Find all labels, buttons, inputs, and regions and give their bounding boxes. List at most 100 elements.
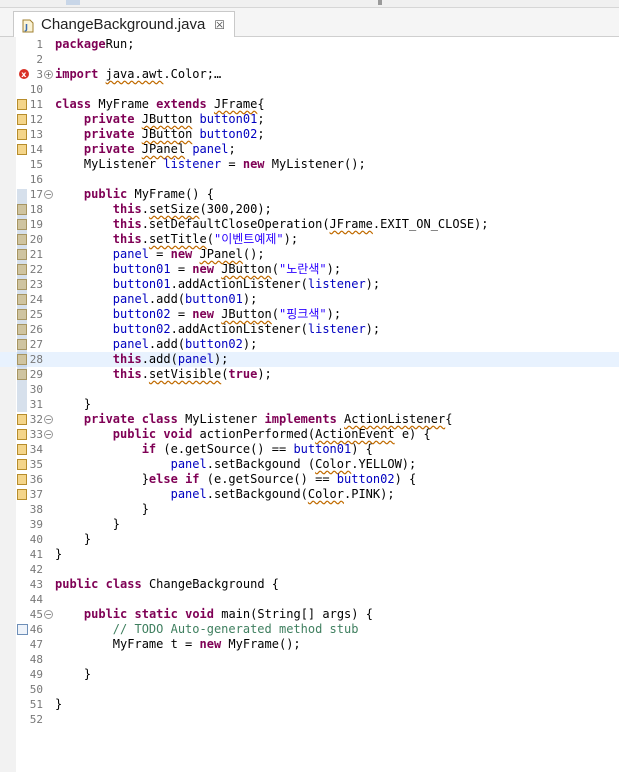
code-text[interactable]: } xyxy=(55,697,62,712)
code-text[interactable]: panel = new JPanel(); xyxy=(55,247,265,262)
code-line[interactable]: 31 } xyxy=(0,397,619,412)
code-text[interactable]: this.setVisible(true); xyxy=(55,367,272,382)
code-text[interactable]: }else if (e.getSource() == button02) { xyxy=(55,472,417,487)
code-line[interactable]: 16 xyxy=(0,172,619,187)
code-text[interactable]: if (e.getSource() == button01) { xyxy=(55,442,373,457)
task-marker-icon[interactable] xyxy=(17,624,28,635)
code-text[interactable]: private JButton button01; xyxy=(55,112,265,127)
code-text[interactable]: public static void main(String[] args) { xyxy=(55,607,373,622)
warning-marker-icon[interactable] xyxy=(17,129,27,140)
code-text[interactable]: private class MyListener implements Acti… xyxy=(55,412,453,427)
code-text[interactable]: this.add(panel); xyxy=(55,352,229,367)
code-line[interactable]: 2 xyxy=(0,52,619,67)
code-line[interactable]: 10 xyxy=(0,82,619,97)
code-line[interactable]: 30 xyxy=(0,382,619,397)
code-line[interactable]: 43 public class ChangeBackground { xyxy=(0,577,619,592)
code-line[interactable]: 20 this.setTitle("이벤트예제"); xyxy=(0,232,619,247)
code-text[interactable]: button02 = new JButton("핑크색"); xyxy=(55,307,341,322)
code-text[interactable]: // TODO Auto-generated method stub xyxy=(55,622,359,637)
code-text[interactable]: MyFrame t = new MyFrame(); xyxy=(55,637,301,652)
code-text[interactable]: button01 = new JButton("노란색"); xyxy=(55,262,341,277)
code-line[interactable]: 46 // TODO Auto-generated method stub xyxy=(0,622,619,637)
code-text[interactable]: } xyxy=(55,502,149,517)
code-line[interactable]: 1 packageRun; xyxy=(0,37,619,52)
code-line[interactable]: 12 private JButton button01; xyxy=(0,112,619,127)
fold-collapse-icon[interactable]: − xyxy=(44,430,53,439)
code-line[interactable]: 39 } xyxy=(0,517,619,532)
code-line[interactable]: 35 panel.setBackgound (Color.YELLOW); xyxy=(0,457,619,472)
fold-collapse-icon[interactable]: − xyxy=(44,610,53,619)
code-line[interactable]: 40 } xyxy=(0,532,619,547)
warning-marker-icon[interactable] xyxy=(17,489,27,500)
code-line[interactable]: 25 button02 = new JButton("핑크색"); xyxy=(0,307,619,322)
warning-marker-icon[interactable] xyxy=(17,99,27,110)
code-text[interactable]: } xyxy=(55,397,91,412)
code-line[interactable]: 28 this.add(panel); xyxy=(0,352,619,367)
code-line[interactable]: 45− public static void main(String[] arg… xyxy=(0,607,619,622)
code-text[interactable]: MyListener listener = new MyListener(); xyxy=(55,157,366,172)
code-text[interactable]: } xyxy=(55,667,91,682)
warning-marker-icon[interactable] xyxy=(17,444,27,455)
code-line[interactable]: 27 panel.add(button02); xyxy=(0,337,619,352)
code-text[interactable]: } xyxy=(55,532,91,547)
code-text[interactable]: this.setTitle("이벤트예제"); xyxy=(55,232,298,247)
editor-tab[interactable]: J ChangeBackground.java ☒ xyxy=(13,11,235,37)
code-text[interactable]: button01.addActionListener(listener); xyxy=(55,277,380,292)
code-text[interactable]: panel.add(button01); xyxy=(55,292,258,307)
code-line[interactable]: 48 xyxy=(0,652,619,667)
fold-expand-icon[interactable]: + xyxy=(44,70,53,79)
code-text[interactable]: button02.addActionListener(listener); xyxy=(55,322,380,337)
code-line[interactable]: 17− public MyFrame() { xyxy=(0,187,619,202)
code-line[interactable]: 19 this.setDefaultCloseOperation(JFrame.… xyxy=(0,217,619,232)
code-line[interactable]: 44 xyxy=(0,592,619,607)
code-line[interactable]: 33− public void actionPerformed(ActionEv… xyxy=(0,427,619,442)
code-text[interactable]: } xyxy=(55,547,62,562)
code-text[interactable]: private JButton button02; xyxy=(55,127,265,142)
code-line[interactable]: 51} xyxy=(0,697,619,712)
code-line[interactable]: 36 }else if (e.getSource() == button02) … xyxy=(0,472,619,487)
code-line[interactable]: 11 class MyFrame extends JFrame{ xyxy=(0,97,619,112)
code-line[interactable]: 3 x + import java.awt.Color;… xyxy=(0,67,619,82)
code-line[interactable]: 22 button01 = new JButton("노란색"); xyxy=(0,262,619,277)
code-text[interactable]: public MyFrame() { xyxy=(55,187,214,202)
close-icon[interactable]: ☒ xyxy=(214,18,225,32)
code-text[interactable]: private JPanel panel; xyxy=(55,142,236,157)
toolbar-button[interactable] xyxy=(66,0,80,5)
code-text[interactable]: packageRun; xyxy=(55,37,134,52)
code-line[interactable]: 15 MyListener listener = new MyListener(… xyxy=(0,157,619,172)
warning-marker-icon[interactable] xyxy=(17,429,27,440)
code-line[interactable]: 34 if (e.getSource() == button01) { xyxy=(0,442,619,457)
code-line[interactable]: 14 private JPanel panel; xyxy=(0,142,619,157)
code-text[interactable]: } xyxy=(55,517,120,532)
code-line[interactable]: 24 panel.add(button01); xyxy=(0,292,619,307)
code-line[interactable]: 52 xyxy=(0,712,619,727)
code-line[interactable]: 37 panel.setBackgound(Color.PINK); xyxy=(0,487,619,502)
code-text[interactable]: import java.awt.Color;… xyxy=(55,67,221,82)
code-text[interactable]: public void actionPerformed(ActionEvent … xyxy=(55,427,431,442)
code-line[interactable]: 29 this.setVisible(true); xyxy=(0,367,619,382)
code-text[interactable]: panel.setBackgound (Color.YELLOW); xyxy=(55,457,417,472)
code-text[interactable]: panel.add(button02); xyxy=(55,337,258,352)
fold-collapse-icon[interactable]: − xyxy=(44,415,53,424)
warning-marker-icon[interactable] xyxy=(17,474,27,485)
code-line[interactable]: 41} xyxy=(0,547,619,562)
code-line[interactable]: 38 } xyxy=(0,502,619,517)
warning-marker-icon[interactable] xyxy=(17,114,27,125)
code-line[interactable]: 26 button02.addActionListener(listener); xyxy=(0,322,619,337)
code-line[interactable]: 50 xyxy=(0,682,619,697)
code-text[interactable]: class MyFrame extends JFrame{ xyxy=(55,97,265,112)
warning-marker-icon[interactable] xyxy=(17,144,27,155)
warning-marker-icon[interactable] xyxy=(17,459,27,470)
code-text[interactable]: this.setSize(300,200); xyxy=(55,202,272,217)
code-line[interactable]: 21 panel = new JPanel(); xyxy=(0,247,619,262)
code-text[interactable]: this.setDefaultCloseOperation(JFrame.EXI… xyxy=(55,217,489,232)
code-text[interactable]: panel.setBackgound(Color.PINK); xyxy=(55,487,395,502)
warning-marker-icon[interactable] xyxy=(17,414,27,425)
code-line[interactable]: 23 button01.addActionListener(listener); xyxy=(0,277,619,292)
code-line[interactable]: 32− private class MyListener implements … xyxy=(0,412,619,427)
code-line[interactable]: 47 MyFrame t = new MyFrame(); xyxy=(0,637,619,652)
code-text[interactable]: public class ChangeBackground { xyxy=(55,577,279,592)
error-marker-icon[interactable]: x xyxy=(18,67,29,79)
code-line[interactable]: 13 private JButton button02; xyxy=(0,127,619,142)
code-line[interactable]: 42 xyxy=(0,562,619,577)
